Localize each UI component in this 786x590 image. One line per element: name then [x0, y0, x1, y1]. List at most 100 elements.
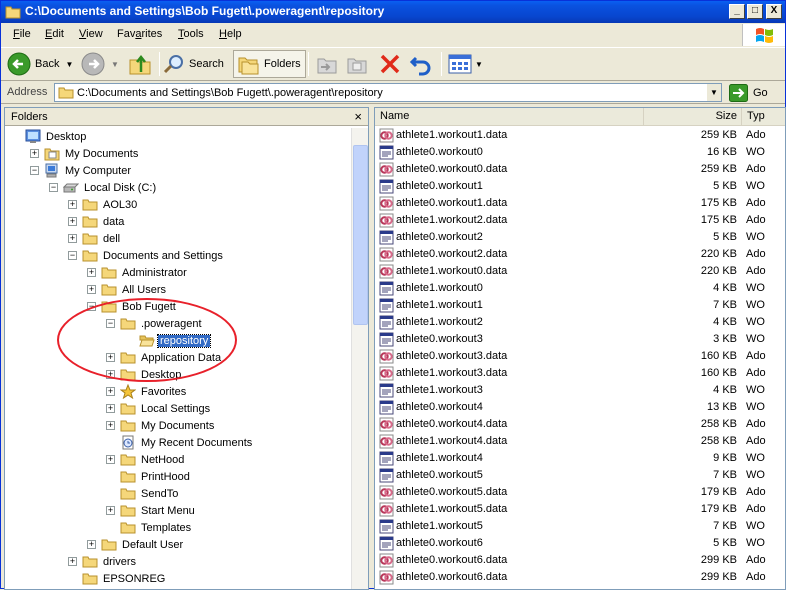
copy-to-button[interactable]: [345, 50, 369, 78]
undo-button[interactable]: [409, 50, 433, 78]
expand-icon[interactable]: +: [68, 217, 77, 226]
tree-item[interactable]: + My Documents: [30, 145, 140, 162]
tree-item[interactable]: + Desktop: [106, 366, 183, 383]
collapse-icon[interactable]: −: [30, 166, 39, 175]
file-row[interactable]: athlete1.workout5.data 179 KB Ado: [375, 501, 785, 518]
tree-item[interactable]: + All Users: [87, 281, 168, 298]
tree-scrollbar-thumb[interactable]: [353, 145, 368, 325]
file-row[interactable]: athlete0.workout6.data 299 KB Ado: [375, 552, 785, 569]
tree-scrollbar[interactable]: [351, 128, 368, 589]
tree-item[interactable]: EPSONREG: [82, 570, 167, 587]
expand-icon[interactable]: +: [87, 268, 96, 277]
file-row[interactable]: athlete1.workout4 9 KB WO: [375, 450, 785, 467]
forward-dropdown-icon[interactable]: ▼: [111, 60, 119, 69]
file-row[interactable]: athlete1.workout1 7 KB WO: [375, 297, 785, 314]
tree-item[interactable]: PrintHood: [120, 468, 192, 485]
minimize-button[interactable]: _: [729, 4, 745, 19]
file-row[interactable]: athlete1.workout0.data 220 KB Ado: [375, 263, 785, 280]
expand-icon[interactable]: +: [87, 285, 96, 294]
file-row[interactable]: athlete0.workout2 5 KB WO: [375, 229, 785, 246]
expand-icon[interactable]: +: [106, 404, 115, 413]
folders-button[interactable]: Folders: [233, 50, 306, 78]
forward-button[interactable]: ▼: [81, 50, 119, 78]
views-button[interactable]: ▼: [448, 50, 483, 78]
tree-item[interactable]: + Administrator: [87, 264, 189, 281]
tree-item[interactable]: + drivers: [68, 553, 138, 570]
file-row[interactable]: athlete0.workout6.data 299 KB Ado: [375, 569, 785, 586]
expand-icon[interactable]: +: [106, 370, 115, 379]
tree-item[interactable]: + Local Settings: [106, 400, 212, 417]
menu-file[interactable]: File: [13, 28, 31, 40]
file-row[interactable]: athlete0.workout4.data 258 KB Ado: [375, 416, 785, 433]
file-row[interactable]: athlete1.workout0 4 KB WO: [375, 280, 785, 297]
back-dropdown-icon[interactable]: ▼: [65, 60, 73, 69]
delete-button[interactable]: [378, 50, 402, 78]
tree-item[interactable]: My Recent Documents: [120, 434, 254, 451]
expand-icon[interactable]: +: [87, 540, 96, 549]
collapse-icon[interactable]: −: [68, 251, 77, 260]
tree-item[interactable]: Templates: [120, 519, 193, 536]
file-row[interactable]: athlete0.workout0 16 KB WO: [375, 144, 785, 161]
views-dropdown-icon[interactable]: ▼: [475, 60, 483, 69]
file-row[interactable]: athlete0.workout0.data 259 KB Ado: [375, 161, 785, 178]
back-button[interactable]: Back ▼: [7, 50, 73, 78]
file-row[interactable]: athlete0.workout1.data 175 KB Ado: [375, 195, 785, 212]
tree-item[interactable]: − Documents and Settings: [68, 247, 225, 264]
menu-edit[interactable]: Edit: [45, 28, 64, 40]
file-row[interactable]: athlete0.workout5.data 179 KB Ado: [375, 484, 785, 501]
tree-item[interactable]: + dell: [68, 230, 122, 247]
menu-tools[interactable]: Tools: [178, 28, 204, 40]
address-dropdown-icon[interactable]: ▼: [706, 84, 721, 101]
maximize-button[interactable]: □: [747, 4, 763, 19]
column-header-type[interactable]: Typ: [742, 108, 785, 126]
tree-item[interactable]: + Application Data: [106, 349, 223, 366]
tree-item[interactable]: + NetHood: [106, 451, 186, 468]
file-row[interactable]: athlete1.workout4.data 258 KB Ado: [375, 433, 785, 450]
search-button[interactable]: Search: [163, 50, 224, 78]
move-to-button[interactable]: [315, 50, 339, 78]
collapse-icon[interactable]: −: [106, 319, 115, 328]
close-pane-icon[interactable]: ×: [354, 109, 362, 124]
expand-icon[interactable]: +: [106, 506, 115, 515]
address-input[interactable]: C:\Documents and Settings\Bob Fugett\.po…: [54, 83, 722, 102]
tree-item[interactable]: + My Documents: [106, 417, 216, 434]
file-row[interactable]: athlete0.workout2.data 220 KB Ado: [375, 246, 785, 263]
expand-icon[interactable]: +: [106, 421, 115, 430]
expand-icon[interactable]: +: [68, 557, 77, 566]
tree-item[interactable]: − My Computer: [30, 162, 133, 179]
file-row[interactable]: athlete1.workout3.data 160 KB Ado: [375, 365, 785, 382]
tree-item[interactable]: + Start Menu: [106, 502, 197, 519]
file-row[interactable]: athlete1.workout3 4 KB WO: [375, 382, 785, 399]
menu-view[interactable]: View: [79, 28, 103, 40]
tree-item[interactable]: SendTo: [120, 485, 180, 502]
close-button[interactable]: X: [766, 4, 782, 19]
file-row[interactable]: athlete0.workout6 5 KB WO: [375, 535, 785, 552]
collapse-icon[interactable]: −: [49, 183, 58, 192]
tree-item[interactable]: − Bob Fugett: [87, 298, 178, 315]
file-row[interactable]: athlete0.workout5 7 KB WO: [375, 467, 785, 484]
file-row[interactable]: athlete0.workout1 5 KB WO: [375, 178, 785, 195]
tree-item[interactable]: + data: [68, 213, 126, 230]
go-button[interactable]: Go: [729, 83, 783, 102]
tree-item[interactable]: Desktop: [25, 128, 88, 145]
tree-item[interactable]: repository: [139, 332, 212, 349]
expand-icon[interactable]: +: [68, 234, 77, 243]
expand-icon[interactable]: +: [106, 353, 115, 362]
up-folder-button[interactable]: [128, 50, 152, 78]
collapse-icon[interactable]: −: [87, 302, 96, 311]
tree-item[interactable]: − .poweragent: [106, 315, 204, 332]
file-row[interactable]: athlete1.workout5 7 KB WO: [375, 518, 785, 535]
file-row[interactable]: athlete1.workout2.data 175 KB Ado: [375, 212, 785, 229]
column-header-size[interactable]: Size: [644, 108, 742, 126]
column-header-name[interactable]: Name: [375, 108, 644, 126]
expand-icon[interactable]: +: [106, 387, 115, 396]
file-row[interactable]: athlete1.workout2 4 KB WO: [375, 314, 785, 331]
file-row[interactable]: athlete0.workout4 13 KB WO: [375, 399, 785, 416]
tree-item[interactable]: − Local Disk (C:): [49, 179, 158, 196]
expand-icon[interactable]: +: [30, 149, 39, 158]
menu-favorites[interactable]: Favarites: [117, 28, 162, 40]
menu-help[interactable]: Help: [219, 28, 242, 40]
file-row[interactable]: athlete0.workout3 3 KB WO: [375, 331, 785, 348]
expand-icon[interactable]: +: [106, 455, 115, 464]
tree-item[interactable]: + Favorites: [106, 383, 188, 400]
